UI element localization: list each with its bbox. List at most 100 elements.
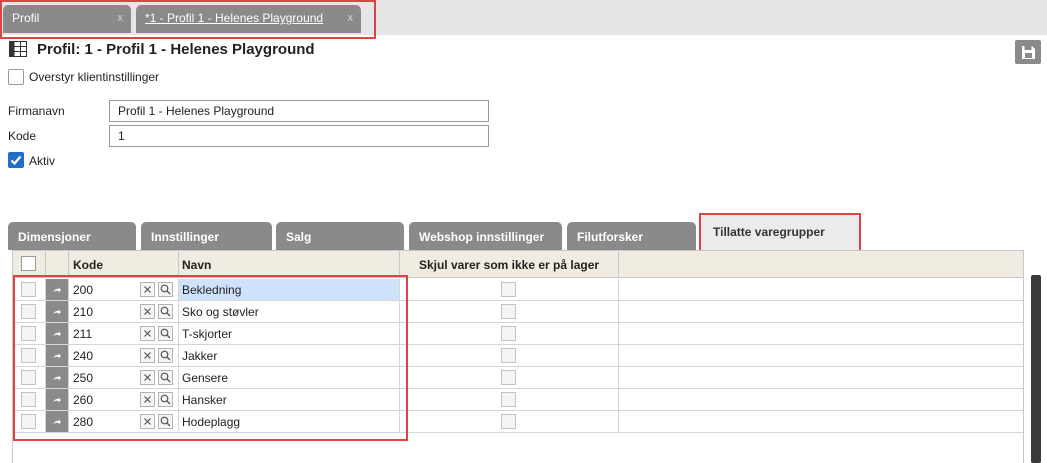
close-icon bbox=[144, 418, 151, 425]
close-icon[interactable]: x bbox=[348, 5, 354, 31]
header-kode[interactable]: Kode bbox=[69, 251, 179, 278]
row-checkbox[interactable] bbox=[21, 414, 36, 429]
lookup-button[interactable] bbox=[158, 282, 173, 297]
tab-salg[interactable]: Salg bbox=[276, 222, 404, 250]
clear-button[interactable] bbox=[140, 392, 155, 407]
lookup-button[interactable] bbox=[158, 348, 173, 363]
row-action-cell bbox=[46, 367, 69, 388]
skjul-checkbox[interactable] bbox=[501, 304, 516, 319]
header-skjul[interactable]: Skjul varer som ikke er på lager bbox=[400, 251, 619, 278]
open-row-button[interactable] bbox=[46, 323, 68, 344]
vertical-scrollbar[interactable] bbox=[1031, 275, 1041, 463]
table-row[interactable]: 210 Sko og støvler bbox=[13, 301, 1023, 323]
table-row[interactable]: 240 Jakker bbox=[13, 345, 1023, 367]
row-action-cell bbox=[46, 301, 69, 322]
lookup-button[interactable] bbox=[158, 304, 173, 319]
open-row-button[interactable] bbox=[46, 279, 68, 300]
table-row[interactable]: 280 Hodeplagg bbox=[13, 411, 1023, 433]
open-row-button[interactable] bbox=[46, 389, 68, 410]
clear-button[interactable] bbox=[140, 348, 155, 363]
navn-cell[interactable]: Gensere bbox=[179, 367, 400, 388]
row-checkbox[interactable] bbox=[21, 326, 36, 341]
row-select-cell bbox=[13, 411, 46, 432]
tab-label: Salg bbox=[286, 230, 312, 244]
skjul-checkbox[interactable] bbox=[501, 348, 516, 363]
lookup-button[interactable] bbox=[158, 326, 173, 341]
kode-cell[interactable]: 250 bbox=[69, 367, 179, 388]
kode-cell[interactable]: 280 bbox=[69, 411, 179, 432]
navn-cell[interactable]: T-skjorter bbox=[179, 323, 400, 344]
clear-button[interactable] bbox=[140, 304, 155, 319]
clear-button[interactable] bbox=[140, 370, 155, 385]
kode-cell[interactable]: 240 bbox=[69, 345, 179, 366]
skjul-checkbox[interactable] bbox=[501, 326, 516, 341]
firmanavn-input[interactable] bbox=[109, 100, 489, 122]
doc-tab-label: Profil bbox=[12, 11, 40, 25]
skjul-checkbox[interactable] bbox=[501, 414, 516, 429]
tab-innstillinger[interactable]: Innstillinger bbox=[141, 222, 272, 250]
override-label: Overstyr klientinstillinger bbox=[29, 70, 160, 84]
navn-cell[interactable]: Jakker bbox=[179, 345, 400, 366]
skjul-checkbox[interactable] bbox=[501, 282, 516, 297]
doc-tab-profil-1[interactable]: *1 - Profil 1 - Helenes Playground x bbox=[136, 5, 361, 33]
kode-input[interactable] bbox=[109, 125, 489, 147]
navn-value: Bekledning bbox=[182, 283, 242, 297]
table-row[interactable]: 200 Bekledning bbox=[13, 279, 1023, 301]
tab-filutforsker[interactable]: Filutforsker bbox=[567, 222, 696, 250]
header-navn[interactable]: Navn bbox=[179, 251, 400, 278]
navn-cell[interactable]: Hodeplagg bbox=[179, 411, 400, 432]
row-action-cell bbox=[46, 279, 69, 300]
save-button[interactable] bbox=[1015, 40, 1041, 64]
kode-cell[interactable]: 210 bbox=[69, 301, 179, 322]
override-checkbox[interactable] bbox=[8, 69, 24, 85]
row-checkbox[interactable] bbox=[21, 304, 36, 319]
open-row-button[interactable] bbox=[46, 345, 68, 366]
firmanavn-label: Firmanavn bbox=[8, 104, 65, 118]
skjul-cell bbox=[400, 345, 619, 366]
clear-button[interactable] bbox=[140, 326, 155, 341]
kode-value: 260 bbox=[73, 393, 94, 407]
arrow-right-icon bbox=[53, 418, 61, 425]
navn-cell[interactable]: Bekledning bbox=[179, 279, 400, 300]
close-icon[interactable]: x bbox=[118, 5, 124, 31]
clear-button[interactable] bbox=[140, 282, 155, 297]
page-title: Profil: 1 - Profil 1 - Helenes Playgroun… bbox=[37, 41, 315, 58]
arrow-right-icon bbox=[53, 352, 61, 359]
skjul-checkbox[interactable] bbox=[501, 370, 516, 385]
doc-tab-profil[interactable]: Profil x bbox=[3, 5, 131, 33]
close-icon bbox=[144, 374, 151, 381]
table-row[interactable]: 260 Hansker bbox=[13, 389, 1023, 411]
navn-cell[interactable]: Sko og støvler bbox=[179, 301, 400, 322]
row-checkbox[interactable] bbox=[21, 392, 36, 407]
select-all-checkbox[interactable] bbox=[21, 256, 36, 271]
kode-value: 240 bbox=[73, 349, 94, 363]
row-checkbox[interactable] bbox=[21, 282, 36, 297]
lookup-button[interactable] bbox=[158, 392, 173, 407]
table-row[interactable]: 250 Gensere bbox=[13, 367, 1023, 389]
kode-value: 250 bbox=[73, 371, 94, 385]
lookup-button[interactable] bbox=[158, 370, 173, 385]
clear-button[interactable] bbox=[140, 414, 155, 429]
row-checkbox[interactable] bbox=[21, 370, 36, 385]
skjul-cell bbox=[400, 389, 619, 410]
kode-value: 210 bbox=[73, 305, 94, 319]
open-row-button[interactable] bbox=[46, 411, 68, 432]
header-action-cell bbox=[46, 251, 69, 278]
arrow-right-icon bbox=[53, 374, 61, 381]
skjul-checkbox[interactable] bbox=[501, 392, 516, 407]
open-row-button[interactable] bbox=[46, 367, 68, 388]
row-checkbox[interactable] bbox=[21, 348, 36, 363]
kode-cell[interactable]: 211 bbox=[69, 323, 179, 344]
kode-cell[interactable]: 200 bbox=[69, 279, 179, 300]
tab-tillatte-varegrupper[interactable]: Tillatte varegrupper bbox=[700, 215, 860, 250]
kode-cell[interactable]: 260 bbox=[69, 389, 179, 410]
aktiv-checkbox[interactable] bbox=[8, 152, 24, 168]
tab-dimensjoner[interactable]: Dimensjoner bbox=[8, 222, 136, 250]
search-icon bbox=[160, 328, 171, 339]
table-row[interactable]: 211 T-skjorter bbox=[13, 323, 1023, 345]
navn-cell[interactable]: Hansker bbox=[179, 389, 400, 410]
open-row-button[interactable] bbox=[46, 301, 68, 322]
lookup-button[interactable] bbox=[158, 414, 173, 429]
kode-value: 200 bbox=[73, 283, 94, 297]
tab-webshop-innstillinger[interactable]: Webshop innstillinger bbox=[409, 222, 562, 250]
